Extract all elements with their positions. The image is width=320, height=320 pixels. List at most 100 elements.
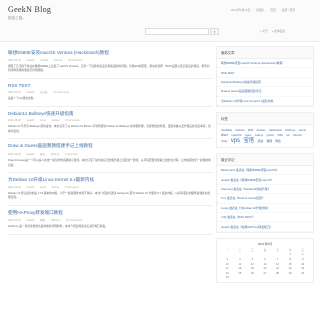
tag-link[interactable]: vps — [231, 138, 240, 144]
recent-post-link[interactable]: RSS TEST — [217, 68, 313, 78]
post-author[interactable]: GeekN — [27, 59, 35, 62]
post-comments[interactable]: 3 Comments — [65, 186, 79, 189]
post-title[interactable]: 联想E580E安装macOS Ventura (Hackintosh)教程 — [8, 50, 212, 56]
recent-post-link[interactable]: Debian11 Bullseye快速升级指南 — [217, 78, 313, 88]
calendar-day[interactable]: 10 — [221, 263, 234, 266]
post-comments[interactable]: 6 Comments — [68, 59, 82, 62]
post-category[interactable]: 未分类 — [40, 91, 48, 94]
post-category[interactable]: 建站 — [40, 153, 45, 156]
calendar-day[interactable]: 21 — [271, 267, 284, 270]
recent-post-link[interactable]: 联想E580E安装macOS Ventura (Hackintosh)教程 — [217, 59, 313, 69]
search-input[interactable] — [145, 28, 209, 35]
recent-comment-link[interactable]: GeekN 发表在《使用HAProxy转发端口》 — [217, 222, 313, 232]
post-title[interactable]: 使用HAProxy转发端口教程 — [8, 210, 212, 216]
post-title[interactable]: RSS TEST — [8, 83, 212, 88]
tag-link[interactable]: docker — [257, 128, 266, 132]
recent-post-link[interactable]: Draw & Guess画画我猜搭建手记 — [217, 87, 313, 97]
search-icon[interactable]: ⌕ — [210, 28, 219, 35]
calendar-day[interactable]: 26 — [246, 272, 259, 275]
recent-comment-link[interactable]: GeekN 发表在《联想E580E安装macOS》 — [217, 175, 313, 185]
calendar-day[interactable]: 1 — [284, 253, 297, 256]
post-title[interactable]: Debian11 Bullseye快速升级指南 — [8, 111, 212, 117]
nav-link-friends[interactable]: » 友情链接 — [272, 29, 286, 33]
post-tag[interactable]: Kernel — [52, 186, 59, 189]
calendar-day[interactable]: 24 — [221, 272, 234, 275]
tag-link[interactable]: macOS — [231, 133, 241, 137]
tag-link[interactable]: HAProxy — [285, 129, 295, 132]
calendar-day[interactable]: 14 — [271, 263, 284, 266]
recent-comment-link[interactable]: Berlinmarin 发表在《联想E580E安装macOS》 — [217, 166, 313, 176]
post-category[interactable]: macOS — [40, 59, 48, 62]
calendar-day[interactable]: 31 — [221, 276, 234, 279]
post-author[interactable]: GeekN — [27, 186, 35, 189]
tag-link[interactable]: python — [266, 134, 274, 137]
tag-link[interactable]: Debian — [236, 128, 245, 132]
tag-link[interactable]: nginx — [245, 133, 252, 137]
post-tag[interactable]: Lenovo — [54, 59, 62, 62]
tag-link[interactable]: Ubuntu — [293, 133, 302, 137]
post-comments[interactable]: No Comments — [66, 219, 82, 222]
calendar-day[interactable]: 3 — [221, 258, 234, 261]
tag-link[interactable]: 网络 — [275, 140, 280, 143]
tag-link[interactable]: 宝塔 — [243, 138, 254, 144]
post-category[interactable]: 网络 — [40, 219, 45, 222]
site-title[interactable]: GeekN Blog — [8, 5, 51, 14]
calendar-day[interactable]: 2 — [296, 253, 309, 256]
post-title[interactable]: 为Debian 10升级Linux Kernel 5.x最新内核 — [8, 177, 212, 183]
recent-comment-link[interactable]: Tom 发表在《Draw & Guess搭建》 — [217, 194, 313, 204]
calendar-day[interactable]: 19 — [246, 267, 259, 270]
tag-link[interactable]: 教程 — [266, 139, 272, 143]
calendar-day[interactable]: 6 — [259, 258, 272, 261]
calendar-day[interactable]: 23 — [296, 267, 309, 270]
calendar-day[interactable]: 4 — [234, 258, 247, 261]
post-comments[interactable]: 2 Comments — [65, 119, 79, 122]
calendar-day[interactable]: 27 — [259, 272, 272, 275]
post-author[interactable]: GeekN — [27, 119, 35, 122]
calendar-day[interactable]: 28 — [271, 272, 284, 275]
home-link[interactable]: 首页 — [270, 7, 276, 13]
calendar-day[interactable]: 8 — [284, 258, 297, 261]
calendar-day[interactable]: 20 — [259, 267, 272, 270]
calendar-day[interactable]: 13 — [259, 263, 272, 266]
tag-link[interactable]: linux — [221, 133, 228, 137]
recent-post-link[interactable]: 为Debian 10升级Linux Kernel 5.x最新内核 — [217, 97, 313, 106]
calendar-day[interactable]: 30 — [296, 272, 309, 275]
post-author[interactable]: GeekN — [27, 219, 35, 222]
calendar-day[interactable]: 5 — [246, 258, 259, 261]
tag-link[interactable]: cloudflare — [221, 129, 232, 132]
tag-link[interactable]: DNS — [248, 129, 253, 132]
tag-link[interactable]: ssl — [286, 134, 289, 137]
post-category[interactable]: Linux — [40, 186, 46, 189]
nav-link-about[interactable]: » 关于 — [260, 29, 268, 33]
post-author[interactable]: GeekN — [27, 153, 35, 156]
post-author[interactable]: GeekN — [27, 91, 35, 94]
calendar-day[interactable]: 16 — [296, 263, 309, 266]
post-comments[interactable]: No Comments — [53, 91, 69, 94]
calendar-day[interactable]: 12 — [246, 263, 259, 266]
tag-link[interactable]: 建站 — [258, 139, 264, 143]
calendar-day[interactable]: 11 — [234, 263, 247, 266]
calendar-day[interactable]: 18 — [234, 267, 247, 270]
tag-link[interactable]: node.js — [255, 134, 263, 137]
post-title[interactable]: Draw & Guess画画我猜搭建手记上线教程 — [8, 143, 212, 149]
tag-link[interactable]: kernel — [299, 129, 306, 132]
post-tag[interactable]: Debian — [52, 119, 60, 122]
calendar-day[interactable]: 7 — [271, 258, 284, 261]
calendar-day[interactable]: 22 — [284, 267, 297, 270]
calendar-day[interactable]: 25 — [234, 272, 247, 275]
post-tag[interactable]: Node.js — [51, 153, 59, 156]
post-tag[interactable]: HAProxy — [51, 219, 61, 222]
recent-comment-link[interactable]: Xiaoming 发表在《Debian11快速升级》 — [217, 185, 313, 195]
calendar-day[interactable]: 9 — [296, 258, 309, 261]
post-category[interactable]: Linux — [40, 119, 46, 122]
recent-comment-link[interactable]: Lucas 发表在《为Debian 10升级内核》 — [217, 204, 313, 213]
recent-comment-link[interactable]: Yuki 发表在《RSS TEST》 — [217, 213, 313, 223]
tag-link[interactable]: v2ray — [221, 140, 227, 143]
calendar-day[interactable]: 17 — [221, 267, 234, 270]
tag-link[interactable]: RSS — [278, 134, 283, 137]
calendar-day[interactable]: 15 — [284, 263, 297, 266]
post-comments[interactable]: 1 Comment — [65, 153, 78, 156]
tag-link[interactable]: Hackintosh — [269, 129, 282, 132]
calendar-day[interactable]: 29 — [284, 272, 297, 275]
login-link[interactable]: 注册 / 登录 — [282, 7, 296, 13]
